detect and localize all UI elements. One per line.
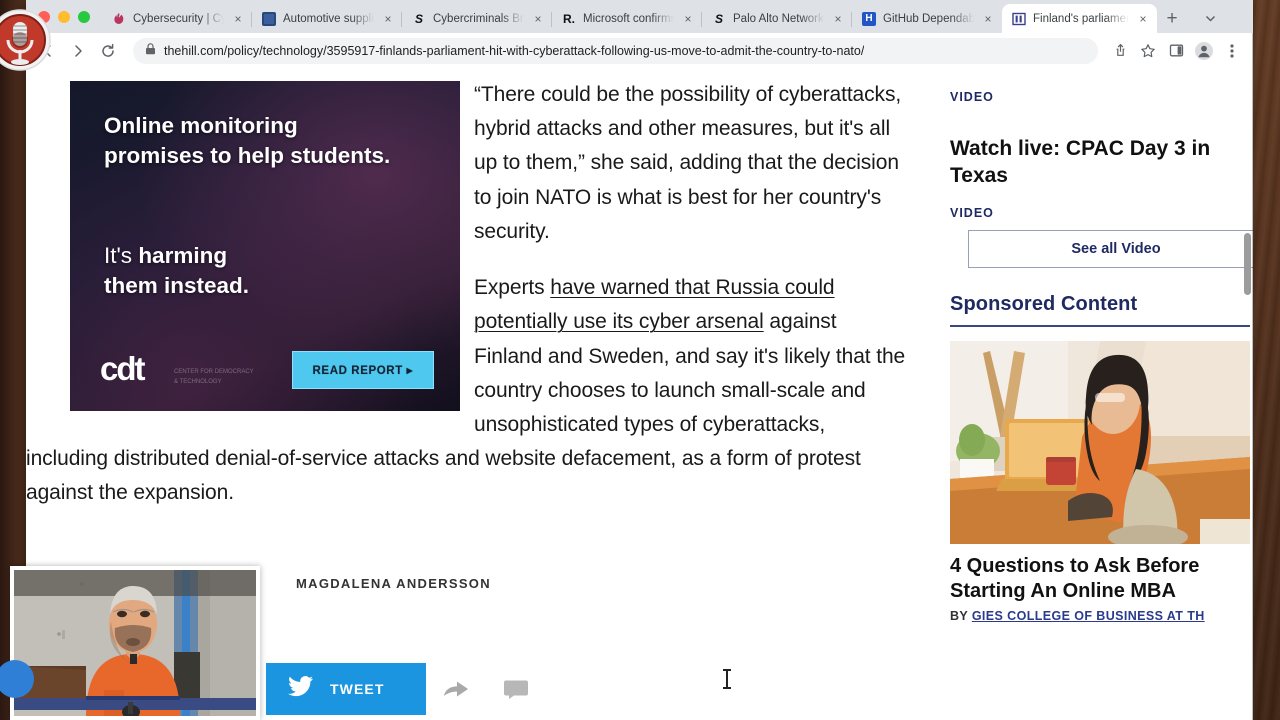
sponsored-promo-title[interactable]: 4 Questions to Ask Before Starting An On… [950, 554, 1253, 604]
ad-sub-lite: It's [104, 243, 139, 268]
close-tab-button[interactable]: × [831, 12, 845, 26]
tab-cybersecurity[interactable]: Cybersecurity | Cybe × [102, 4, 252, 33]
tab-title: Microsoft confirms 'D [583, 12, 674, 25]
tab-palo-alto-networks[interactable]: S Palo Alto Networks F × [701, 4, 852, 33]
reload-button[interactable] [94, 37, 122, 65]
tab-title: Finland's parliament [1033, 12, 1129, 25]
profile-avatar-icon[interactable] [1191, 38, 1217, 64]
minimize-window-button[interactable] [58, 11, 70, 23]
webcam-overlay[interactable] [10, 566, 260, 720]
sponsored-content-heading: Sponsored Content [950, 292, 1138, 315]
r-icon: R. [563, 11, 575, 26]
tab-title: Automotive supplier [283, 12, 374, 25]
maximize-window-button[interactable] [78, 11, 90, 23]
kebab-menu-icon[interactable] [1219, 38, 1245, 64]
tab-microsoft-confirms[interactable]: R. Microsoft confirms 'D × [551, 4, 702, 33]
new-tab-button[interactable]: + [1157, 4, 1187, 33]
paragraph-2-pre: Experts [474, 276, 551, 300]
ad-logo-subtext: CENTER FOR DEMOCRACY & TECHNOLOGY [174, 369, 254, 385]
share-icon[interactable] [1107, 38, 1133, 64]
close-tab-button[interactable]: × [231, 12, 245, 26]
byline-prefix: BY [950, 608, 972, 623]
byline-source[interactable]: GIES COLLEGE OF BUSINESS AT TH [972, 609, 1205, 623]
close-tab-button[interactable]: × [531, 12, 545, 26]
sponsored-promo-byline: BY GIES COLLEGE OF BUSINESS AT TH [950, 609, 1253, 623]
ad-read-report-button[interactable]: READ REPORT ▸ [291, 351, 434, 389]
text-cursor [723, 669, 731, 689]
tab-strip: Cybersecurity | Cybe × Automotive suppli… [26, 0, 1253, 33]
flame-icon [112, 12, 126, 26]
share-arrow-icon[interactable] [426, 663, 486, 715]
rail-headline-line2: Texas [950, 163, 1008, 187]
s-icon: S [414, 11, 423, 26]
twitter-bird-icon [288, 675, 314, 703]
webcam-video [14, 570, 256, 716]
rail-headline-cpac[interactable]: Watch live: CPAC Day 3 in Texas [950, 136, 1253, 190]
square-icon [262, 11, 276, 26]
rail-kicker-video-1: VIDEO [950, 90, 994, 104]
close-tab-button[interactable]: × [681, 12, 695, 26]
ad-sub-bold: harming [138, 243, 228, 268]
url-text: thehill.com/policy/technology/3595917-fi… [164, 43, 865, 58]
comment-bubble-icon[interactable] [486, 663, 546, 715]
page-scrollbar-thumb[interactable] [1244, 233, 1251, 295]
sponsored-divider [950, 324, 1250, 327]
close-tab-button[interactable]: × [981, 12, 995, 26]
rail-headline-line1: Watch live: CPAC Day 3 in [950, 137, 1211, 160]
tab-title: GitHub Dependabot [883, 12, 974, 25]
address-bar[interactable]: thehill.com/policy/technology/3595917-fi… [133, 37, 1098, 64]
sponsored-promo-image[interactable] [950, 340, 1250, 544]
ad-sub-line2: them instead. [104, 272, 250, 298]
page-right-edge [1252, 33, 1253, 720]
lock-icon [145, 42, 156, 60]
tab-title: Palo Alto Networks F [733, 12, 824, 25]
back-button[interactable] [34, 37, 62, 65]
bookmark-star-icon[interactable] [1135, 38, 1161, 64]
close-tab-button[interactable]: × [381, 12, 395, 26]
bars-icon [1012, 12, 1026, 26]
advertisement-banner[interactable]: Online monitoring promises to help stude… [70, 81, 460, 411]
ad-subheadline: It's harming them instead. [104, 241, 394, 300]
tweet-label: TWEET [330, 681, 385, 697]
browser-toolbar: thehill.com/policy/technology/3595917-fi… [26, 33, 1253, 68]
h-icon: H [862, 11, 876, 26]
close-tab-button[interactable]: × [1136, 12, 1150, 26]
social-share-bar: TWEET [266, 663, 586, 715]
side-panel-icon[interactable] [1163, 38, 1189, 64]
s-icon: S [714, 11, 723, 26]
window-traffic-lights [30, 11, 102, 33]
rail-kicker-video-2: VIDEO [950, 205, 994, 220]
ad-headline: Online monitoring promises to help stude… [104, 113, 391, 168]
tab-title: Cybercriminals Brea [433, 12, 524, 25]
tabs-container: Cybersecurity | Cybe × Automotive suppli… [102, 4, 1253, 33]
close-window-button[interactable] [38, 11, 50, 23]
forward-button[interactable] [64, 37, 92, 65]
promo-title-line2: Starting An Online MBA [950, 579, 1176, 602]
tweet-button[interactable]: TWEET [266, 663, 426, 715]
see-all-video-button[interactable]: See all Video [968, 229, 1253, 268]
tab-cybercriminals-breach[interactable]: S Cybercriminals Brea × [401, 4, 552, 33]
chevron-down-icon[interactable] [1187, 4, 1233, 33]
tab-github-dependabot[interactable]: H GitHub Dependabot × [851, 4, 1002, 33]
tab-automotive-supplier[interactable]: Automotive supplier × [251, 4, 402, 33]
tab-title: Cybersecurity | Cybe [133, 12, 224, 25]
tab-finlands-parliament[interactable]: Finland's parliament × [1002, 4, 1157, 33]
sidebar-rail: VIDEO Watch live: CPAC Day 3 in Texas VI… [936, 68, 1253, 720]
ad-logo-cdt: cdt [100, 350, 145, 387]
promo-title-line1: 4 Questions to Ask Before [950, 554, 1200, 577]
image-caption: MAGDALENA ANDERSSON [296, 576, 491, 591]
